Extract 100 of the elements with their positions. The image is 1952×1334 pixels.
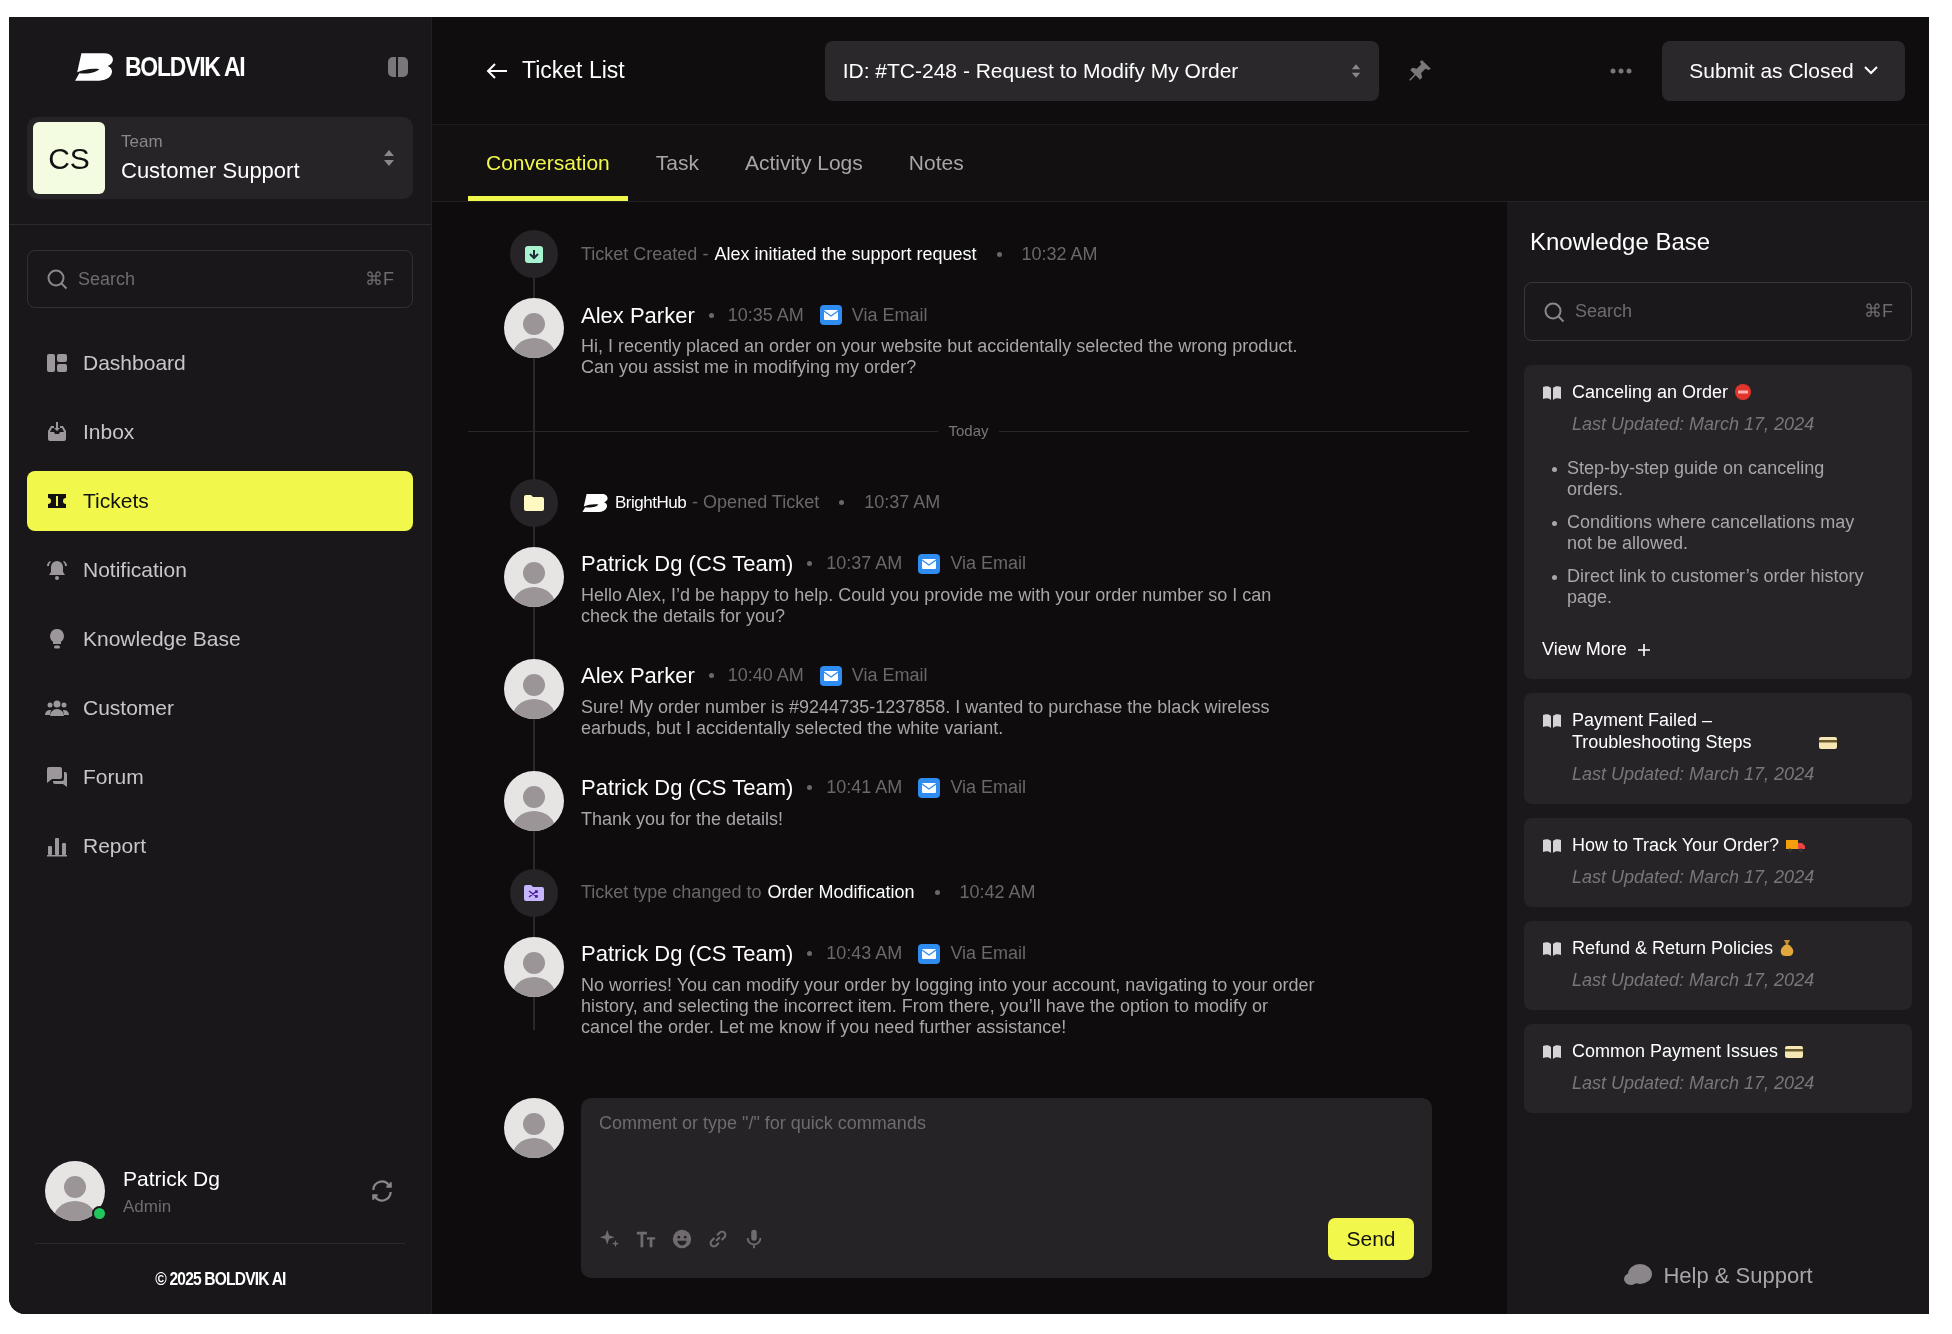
truck-icon xyxy=(1785,838,1808,854)
email-icon xyxy=(918,553,941,574)
channel-label: Via Email xyxy=(851,303,928,327)
article-card[interactable]: Common Payment Issues Last Updated: March 17, 2024 xyxy=(1524,1024,1912,1113)
panel-title: Knowledge Base xyxy=(1530,227,1712,257)
channel-label: Via Email xyxy=(950,776,1027,799)
sidebar-toggle-icon[interactable] xyxy=(387,56,409,78)
sparkle-icon[interactable] xyxy=(599,1228,621,1250)
composer-panel[interactable]: Comment or type "/" for quick commands Send xyxy=(581,1098,1432,1278)
up-down-icon xyxy=(1350,62,1361,79)
nav-item[interactable]: Report xyxy=(27,816,413,876)
credit-card-icon xyxy=(1784,1044,1805,1060)
message-text: Hi, I recently placed an order on your website but accidentally selected the wrong product. Can you assist me in modifying my order? xyxy=(581,336,1299,378)
date-divider-label: Today xyxy=(947,421,990,441)
link-icon[interactable] xyxy=(707,1228,729,1250)
company-logo xyxy=(581,492,609,513)
send-button[interactable]: Send xyxy=(1328,1218,1414,1260)
article-title: How to Track Your Order? xyxy=(1572,834,1780,856)
back-link[interactable]: Ticket List xyxy=(486,53,625,88)
inbox-icon xyxy=(45,420,69,444)
stop-sign-icon xyxy=(1734,383,1753,401)
book-icon xyxy=(1542,713,1562,729)
author-name: Patrick Dg (CS Team) xyxy=(581,550,794,578)
message-text: Hello Alex, I’d be happy to help. Could you provide me with your order number so I can check the details for you? xyxy=(581,584,1273,627)
bell-icon xyxy=(45,558,69,582)
last-updated-text: Last Updated: March 17, 2024 xyxy=(1572,1072,1815,1095)
nav-item[interactable]: Forum xyxy=(27,747,413,807)
email-icon xyxy=(918,943,941,964)
article-title: Refund & Return Policies xyxy=(1572,937,1774,959)
dashboard-icon xyxy=(45,351,69,375)
message-time: 10:41 AM xyxy=(826,776,903,799)
brand-logo xyxy=(73,52,115,82)
team-avatar: CS xyxy=(33,122,105,194)
last-updated-text: Last Updated: March 17, 2024 xyxy=(1572,763,1816,786)
event-detail: Alex initiated the support request xyxy=(714,242,977,266)
email-icon xyxy=(819,665,842,686)
plus-icon xyxy=(1636,642,1651,657)
chat-icon xyxy=(45,765,69,789)
message-time: 10:35 AM xyxy=(727,303,804,327)
event-time: 10:42 AM xyxy=(959,881,1036,904)
view-more-link[interactable]: View More xyxy=(1542,636,1651,663)
nav-item[interactable]: Tickets xyxy=(27,471,413,531)
comment-field[interactable]: Comment or type "/" for quick commands xyxy=(599,1110,1414,1218)
event-label: Ticket Created - xyxy=(581,242,709,266)
search-input[interactable]: Search xyxy=(78,265,355,293)
book-icon xyxy=(1542,838,1562,854)
bullet-text: Direct link to customer’s order history page. xyxy=(1567,566,1865,608)
nav-item[interactable]: Customer xyxy=(27,678,413,738)
event-label: Ticket type changed to xyxy=(581,881,762,904)
emoji-icon[interactable] xyxy=(671,1228,693,1250)
submit-button[interactable]: Submit as Closed xyxy=(1662,40,1905,101)
message-time: 10:37 AM xyxy=(826,552,903,575)
copyright-text: © 2025 BOLDVIK AI xyxy=(154,1266,286,1291)
sync-icon[interactable] xyxy=(369,1178,395,1204)
message-text: Thank you for the details! xyxy=(581,808,785,830)
shortcut-hint: ⌘F xyxy=(1864,300,1893,323)
book-icon xyxy=(1542,1044,1562,1060)
nav-item[interactable]: Dashboard xyxy=(27,333,413,393)
user-avatar xyxy=(504,1098,564,1158)
nav-item[interactable]: Inbox xyxy=(27,402,413,462)
bullet-text: Step-by-step guide on canceling orders. xyxy=(1567,458,1826,500)
company-name: BrightHub xyxy=(615,491,687,514)
shortcut-hint: ⌘F xyxy=(365,267,394,291)
nav-item[interactable]: Notification xyxy=(27,540,413,600)
channel-label: Via Email xyxy=(950,942,1027,965)
more-icon[interactable] xyxy=(1610,67,1632,74)
help-support-link[interactable]: Help & Support xyxy=(1623,1259,1813,1292)
event-time: 10:32 AM xyxy=(1021,242,1098,266)
nav-item[interactable]: Knowledge Base xyxy=(27,609,413,669)
last-updated-text: Last Updated: March 17, 2024 xyxy=(1572,866,1815,889)
user-name: Patrick Dg xyxy=(123,1165,221,1192)
article-card[interactable]: How to Track Your Order? Last Updated: March 17, 2024 xyxy=(1524,818,1912,907)
article-card[interactable]: Refund & Return Policies Last Updated: March 17, 2024 xyxy=(1524,921,1912,1010)
tab[interactable]: Task xyxy=(637,129,717,201)
article-title: Payment Failed – Troubleshooting Steps xyxy=(1572,709,1753,753)
book-icon xyxy=(1542,385,1562,401)
message-text: No worries! You can modify your order by logging into your account, navigating to your order history, and selecting the incorrect item. From there, you’ll have the option to modify or cancel the order. Let me know if you need further assistance! xyxy=(581,974,1316,1038)
tab[interactable]: Notes xyxy=(890,129,982,201)
user-avatar xyxy=(45,1161,105,1221)
brand-name: BOLDVIK AI xyxy=(125,50,245,84)
article-card[interactable]: Payment Failed – Troubleshooting Steps Last Updated: March 17, 2024 xyxy=(1524,693,1912,804)
tab[interactable]: Conversation xyxy=(468,129,628,201)
team-card[interactable]: CS Team Customer Support xyxy=(27,117,413,199)
ticket-selector[interactable]: ID: #TC-248 - Request to Modify My Order xyxy=(824,40,1379,101)
email-icon xyxy=(819,305,842,325)
search-input[interactable]: Search xyxy=(1575,298,1854,325)
author-name: Patrick Dg (CS Team) xyxy=(581,940,794,968)
message-time: 10:40 AM xyxy=(727,664,804,687)
article-title: Canceling an Order xyxy=(1572,381,1729,403)
tab[interactable]: Activity Logs xyxy=(726,129,881,201)
article-card[interactable]: Canceling an Order Last Updated: March 17, 2024 Step-by-step guide on canceling orders. Conditions where cancellations may not be allowed. Direct link to customer’s order history page. View More xyxy=(1524,365,1912,679)
author-name: Alex Parker xyxy=(581,301,695,330)
message-time: 10:43 AM xyxy=(826,942,903,965)
user-role: Admin xyxy=(123,1196,173,1218)
up-down-icon xyxy=(383,149,395,167)
money-bag-icon xyxy=(1779,939,1796,957)
message-text: Sure! My order number is #9244735-1237858. I wanted to purchase the black wireless earbuds, but I accidentally selected the white variant. xyxy=(581,696,1271,739)
chevron-down-icon xyxy=(1863,66,1878,75)
team-label: Team xyxy=(121,130,164,153)
author-name: Patrick Dg (CS Team) xyxy=(581,774,794,802)
